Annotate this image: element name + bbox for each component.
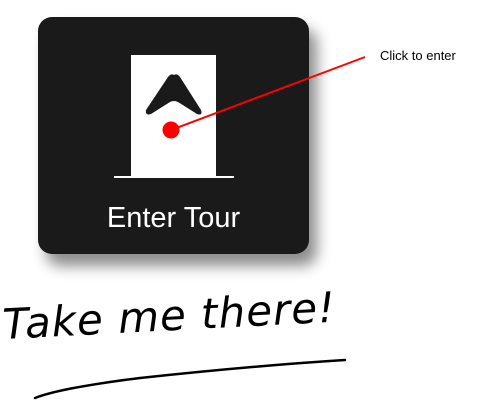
click-marker [162, 121, 180, 139]
door-arrow-icon [114, 55, 234, 178]
handwriting-underline [33, 358, 347, 400]
callout-text: Click to enter [380, 48, 456, 63]
